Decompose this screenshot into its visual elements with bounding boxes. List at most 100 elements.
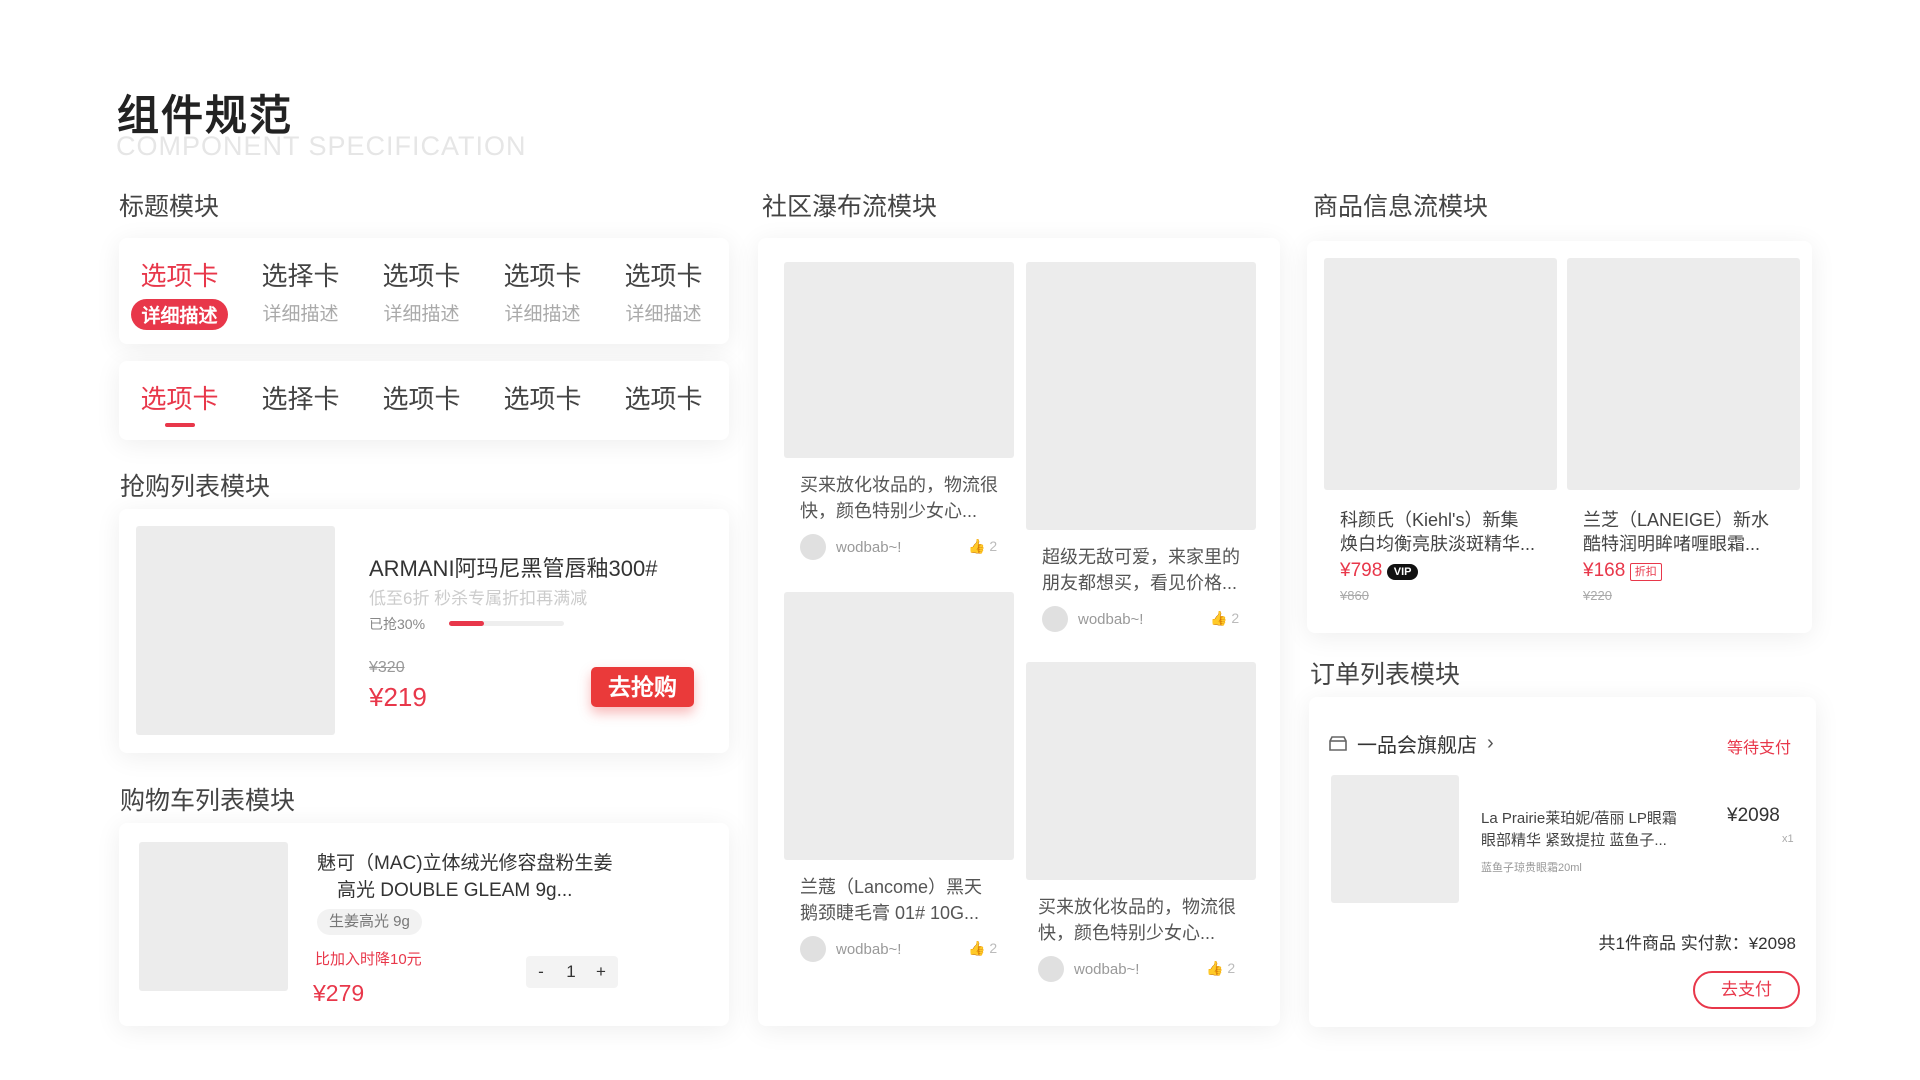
section-title-order: 订单列表模块 [1310,661,1461,689]
product-image [1331,775,1459,903]
product-image [1324,258,1557,490]
tab-a-4[interactable]: 选项卡 详细描述 [482,256,603,326]
grab-button[interactable]: 去抢购 [591,667,694,707]
user-name: wodbab~! [836,538,902,556]
tab-b-5[interactable]: 选项卡 [603,379,724,416]
tab-label: 选择卡 [261,384,340,414]
post-image [1026,262,1256,530]
waterfall-card-1[interactable]: 买来放化妆品的，物流很 快，颜色特别少女心... wodbab~! 👍 2 [784,262,1014,562]
plus-button[interactable]: + [586,962,616,982]
product-name-line2: 酷特润明眸啫喱眼霜... [1583,534,1761,554]
tab-a-5[interactable]: 选项卡 详细描述 [603,256,724,326]
pay-button[interactable]: 去支付 [1693,971,1800,1009]
order-item-price: ¥2098 [1727,805,1780,826]
cart-card[interactable]: 魅可（MAC)立体绒光修容盘粉生姜 高光 DOUBLE GLEAM 9g... … [119,823,729,1026]
post-text-line2: 快，颜色特别少女心... [1038,923,1216,943]
likes-value: 2 [989,538,998,554]
order-card[interactable]: 一品会旗舰店 › 等待支付 La Prairie莱珀妮/蓓丽 LP眼霜 眼部精华… [1309,697,1816,1027]
product-price: ¥798 [1340,560,1383,581]
tab-b-3[interactable]: 选项卡 [361,379,482,416]
user-name: wodbab~! [836,940,902,958]
likes-value: 2 [1227,960,1236,976]
chevron-right-icon: › [1487,732,1494,754]
tab-desc: 详细描述 [131,299,228,330]
cart-name-line1: 魅可（MAC)立体绒光修容盘粉生姜 [317,853,613,874]
discount-badge: 折扣 [1629,562,1662,581]
like-count[interactable]: 👍 2 [968,538,997,555]
likes-value: 2 [1231,610,1240,626]
order-item-qty: x1 [1782,833,1794,845]
section-title-waterfall: 社区瀑布流模块 [762,193,938,221]
product-name-line2: 焕白均衡亮肤淡斑精华... [1340,534,1536,554]
product-name-line1: 兰芝（LANEIGE）新水 [1583,510,1770,530]
flash-sale-card[interactable]: ARMANI阿玛尼黑管唇釉300# 低至6折 秒杀专属折扣再满减 已抢30% ¥… [119,509,729,753]
product-feed-panel: 科颜氏（Kiehl's）新集 焕白均衡亮肤淡斑精华... ¥798 VIP ¥8… [1307,241,1812,633]
order-item-spec: 蓝鱼子琼贵眼霜20ml [1481,862,1582,874]
like-count[interactable]: 👍 2 [1206,960,1235,977]
shop-icon [1329,735,1347,751]
tab-label: 选项卡 [382,261,461,291]
cart-name-line2: 高光 DOUBLE GLEAM 9g... [337,880,573,901]
section-title-flash-sale: 抢购列表模块 [120,473,271,501]
post-text-line1: 超级无敌可爱，来家里的 [1042,547,1240,567]
product-card-2[interactable]: 兰芝（LANEIGE）新水 酷特润明眸啫喱眼霜... ¥168 折扣 ¥220 [1567,258,1800,612]
flash-sold-label: 已抢30% [369,616,426,632]
tab-b-4[interactable]: 选项卡 [482,379,603,416]
post-text-line2: 朋友都想买，看见价格... [1042,573,1238,593]
cart-spec-pill[interactable]: 生姜高光 9g [317,909,422,935]
avatar [1038,956,1064,982]
waterfall-card-4[interactable]: 买来放化妆品的，物流很 快，颜色特别少女心... wodbab~! 👍 2 [1026,662,1256,1002]
thumb-up-icon: 👍 [1206,960,1224,976]
tab-desc: 详细描述 [625,304,702,325]
page-subtitle: COMPONENT SPECIFICATION [116,131,527,161]
tab-bar-with-desc: 选项卡 详细描述 选择卡 详细描述 选项卡 详细描述 选项卡 详细描述 选项卡 … [119,238,729,344]
shop-name: 一品会旗舰店 [1357,735,1477,757]
post-user[interactable]: wodbab~! [800,936,901,962]
post-text-line1: 兰蔻（Lancome）黑天 [800,877,983,897]
post-user[interactable]: wodbab~! [1042,606,1143,632]
tab-a-2[interactable]: 选择卡 详细描述 [240,256,361,326]
product-old-price: ¥860 [1340,588,1369,603]
tab-label: 选项卡 [503,261,582,291]
quantity-stepper[interactable]: - 1 + [526,956,618,988]
tab-label: 选项卡 [140,261,219,291]
quantity-value: 1 [566,962,576,981]
thumb-up-icon: 👍 [1210,610,1228,626]
thumb-up-icon: 👍 [968,538,986,554]
tab-b-1[interactable]: 选项卡 [119,379,240,427]
avatar [800,936,826,962]
tab-bar-underline: 选项卡 选择卡 选项卡 选项卡 选项卡 [119,361,729,440]
product-price: ¥168 [1583,560,1626,581]
tab-b-2[interactable]: 选择卡 [240,379,361,416]
like-count[interactable]: 👍 2 [1210,610,1239,627]
tab-label: 选择卡 [261,261,340,291]
minus-button[interactable]: - [526,962,556,982]
user-name: wodbab~! [1074,960,1140,978]
post-user[interactable]: wodbab~! [800,534,901,560]
order-shop[interactable]: 一品会旗舰店 › [1327,729,1494,758]
waterfall-card-3[interactable]: 超级无敌可爱，来家里的 朋友都想买，看见价格... wodbab~! 👍 2 [1026,262,1256,652]
product-card-1[interactable]: 科颜氏（Kiehl's）新集 焕白均衡亮肤淡斑精华... ¥798 VIP ¥8… [1324,258,1557,612]
flash-product-name: ARMANI阿玛尼黑管唇釉300# [369,556,658,581]
tab-label: 选项卡 [624,261,703,291]
tab-desc: 详细描述 [383,304,460,325]
tab-label: 选项卡 [503,384,582,414]
post-user[interactable]: wodbab~! [1038,956,1139,982]
section-title-title-module: 标题模块 [119,193,220,221]
order-summary: 共1件商品 实付款：¥2098 [1598,934,1796,953]
tab-desc: 详细描述 [504,304,581,325]
order-status: 等待支付 [1727,740,1792,757]
tab-a-3[interactable]: 选项卡 详细描述 [361,256,482,326]
avatar [800,534,826,560]
order-item-line1: La Prairie莱珀妮/蓓丽 LP眼霜 [1481,810,1677,827]
tab-a-1[interactable]: 选项卡 详细描述 [119,256,240,330]
flash-price: ¥219 [369,682,427,712]
flash-old-price: ¥320 [369,659,405,676]
waterfall-card-2[interactable]: 兰蔻（Lancome）黑天 鹅颈睫毛膏 01# 10G... wodbab~! … [784,592,1014,982]
cart-price: ¥279 [313,980,365,1006]
vip-badge: VIP [1386,563,1419,580]
tab-label: 选项卡 [140,384,219,414]
like-count[interactable]: 👍 2 [968,940,997,957]
user-name: wodbab~! [1078,610,1144,628]
tab-label: 选项卡 [624,384,703,414]
